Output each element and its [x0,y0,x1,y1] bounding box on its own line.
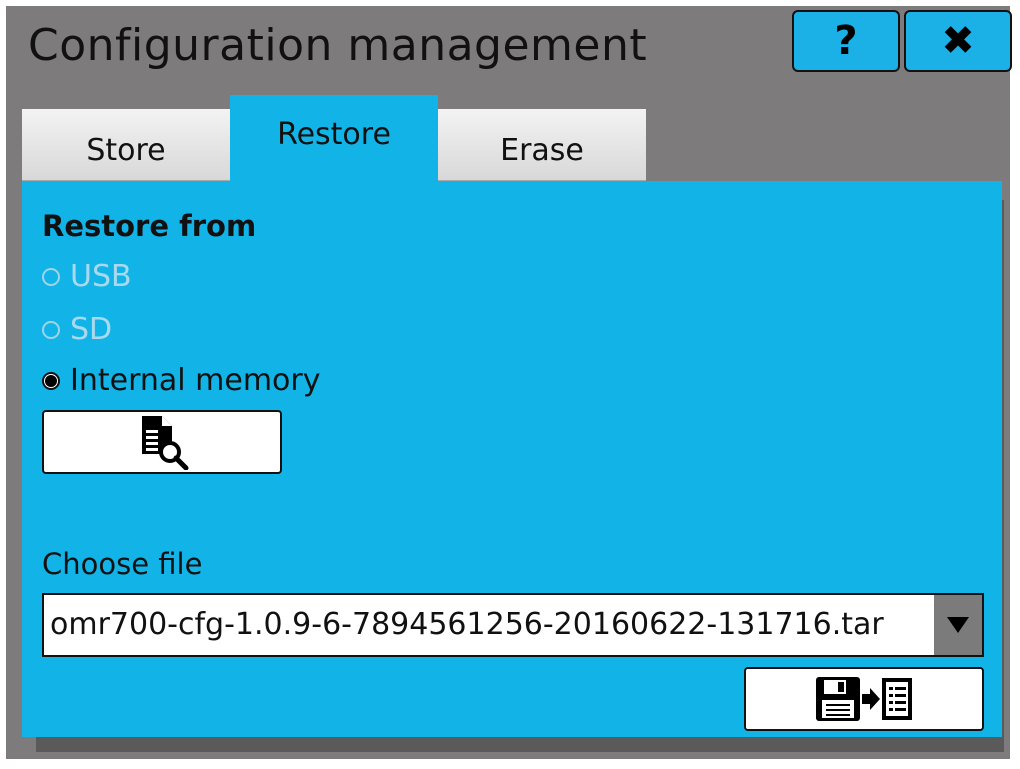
radio-internal-memory-label: Internal memory [70,363,321,398]
close-icon: ✖ [941,18,975,64]
dropdown-arrow-icon[interactable] [934,595,982,655]
config-window: Configuration management ? ✖ Store Erase… [6,6,1012,759]
help-button[interactable]: ? [792,10,900,72]
tab-erase-label: Erase [500,133,584,168]
radio-usb[interactable]: USB [42,259,132,294]
radio-usb-label: USB [70,259,132,294]
close-button[interactable]: ✖ [904,10,1012,72]
file-dropdown-value: omr700-cfg-1.0.9-6-7894561256-20160622-1… [50,607,884,642]
floppy-to-list-icon [816,677,912,721]
restore-from-heading: Restore from [42,209,257,243]
radio-sd-indicator [42,320,60,339]
radio-sd[interactable]: SD [42,312,112,347]
radio-internal-memory-indicator [42,371,60,390]
tab-store[interactable]: Store [22,109,230,181]
document-search-icon [142,416,189,470]
radio-sd-label: SD [70,312,113,347]
restore-panel: Restore from USB SD Internal memory Choo… [22,181,1002,737]
radio-usb-indicator [42,267,60,286]
radio-internal-memory[interactable]: Internal memory [42,363,321,398]
help-icon: ? [834,18,858,64]
tab-erase[interactable]: Erase [438,109,646,181]
choose-file-label: Choose file [42,547,203,581]
file-dropdown[interactable]: omr700-cfg-1.0.9-6-7894561256-20160622-1… [42,593,984,657]
restore-apply-button[interactable] [744,667,984,731]
browse-files-button[interactable] [42,410,282,474]
tab-store-label: Store [86,133,166,168]
tab-restore-label: Restore [277,116,391,152]
window-title: Configuration management [28,20,648,71]
tab-restore[interactable]: Restore [230,95,438,183]
